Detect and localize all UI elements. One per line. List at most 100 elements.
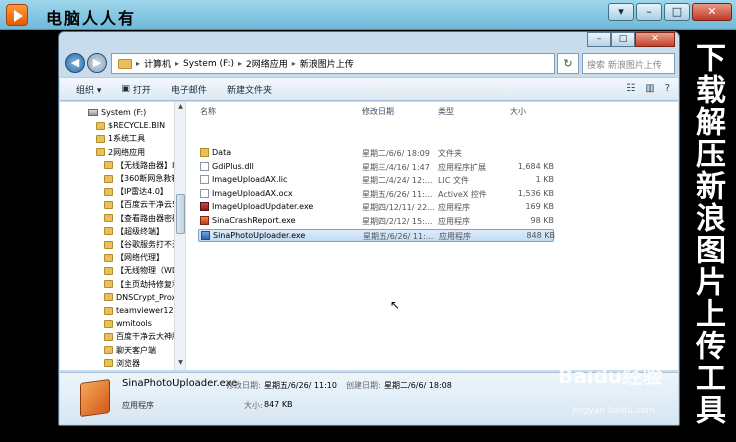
nav-item[interactable]: 【查看路由器密码 bbox=[104, 212, 180, 225]
nav-item[interactable]: System (F:) bbox=[88, 106, 146, 119]
file-size: 1,536 KB bbox=[517, 188, 554, 198]
column-modified[interactable]: 修改日期 bbox=[362, 106, 394, 117]
nav-item[interactable]: 【超级终端】 bbox=[104, 225, 164, 238]
file-type: 应用程序 bbox=[438, 203, 470, 213]
details-modified-value: 星期五/6/26/ 11:10 bbox=[264, 381, 337, 390]
file-row[interactable]: ImageUploadAX.lic 星期二/4/24/ 12:... LIC 文件 1… bbox=[198, 174, 554, 187]
open-icon: ▣ bbox=[121, 84, 130, 94]
forward-button[interactable]: ▶ bbox=[87, 53, 107, 73]
folder-icon bbox=[104, 253, 113, 262]
breadcrumb-sina-uploader[interactable]: 新浪图片上传 bbox=[300, 57, 354, 70]
file-list: 名称 修改日期 类型 大小 Data 星期二/6/6/ 18:09 文件夹 GdiPl… bbox=[190, 102, 678, 370]
view-options-icon[interactable]: ☷ bbox=[626, 83, 635, 94]
file-row[interactable]: SinaPhotoUploader.exe 星期五/6/26/ 11:... 应用程… bbox=[198, 228, 555, 242]
column-size[interactable]: 大小 bbox=[510, 106, 526, 117]
nav-item-label: System (F:) bbox=[101, 108, 147, 117]
player-close-button[interactable]: ✕ bbox=[692, 3, 732, 21]
player-title: 电脑人人有 bbox=[46, 9, 137, 28]
scroll-up-icon[interactable]: ▲ bbox=[176, 103, 185, 113]
player-minimize-button[interactable]: – bbox=[636, 3, 662, 21]
exe-file-icon bbox=[201, 230, 210, 240]
back-arrow-icon: ◀ bbox=[70, 56, 80, 69]
folder-icon bbox=[104, 187, 113, 196]
maximize-button[interactable]: □ bbox=[611, 32, 635, 47]
file-modified: 星期五/6/26/ 11:... bbox=[362, 189, 433, 199]
file-type: 文件夹 bbox=[438, 149, 462, 158]
folder-icon bbox=[118, 58, 132, 69]
folder-icon bbox=[104, 346, 113, 355]
organize-button[interactable]: 组织 ▾ bbox=[76, 83, 101, 96]
file-row[interactable]: GdiPlus.dll 星期三/4/16/ 1:47 应用程序扩展 1,684 KB bbox=[198, 161, 554, 174]
breadcrumb-drive[interactable]: System (F:) bbox=[183, 59, 234, 69]
close-button[interactable]: ✕ bbox=[635, 32, 675, 47]
nav-item[interactable]: 1系统工具 bbox=[96, 132, 145, 145]
file-size: 169 KB bbox=[525, 202, 554, 212]
new-folder-button[interactable]: 新建文件夹 bbox=[227, 83, 272, 96]
breadcrumb-computer[interactable]: 计算机 bbox=[144, 57, 171, 70]
nav-item-label: 【主页劫持修复利 bbox=[116, 279, 180, 289]
player-maximize-button[interactable]: □ bbox=[664, 3, 690, 21]
column-name[interactable]: 名称 bbox=[200, 106, 216, 117]
nav-item[interactable]: $RECYCLE.BIN bbox=[96, 119, 165, 132]
folder-icon bbox=[104, 161, 113, 170]
file-file-icon bbox=[200, 175, 209, 185]
nav-item[interactable]: 聊天客户端 bbox=[104, 344, 156, 357]
file-row[interactable]: ImageUploadUpdater.exe 星期四/12/11/ 22... 应用… bbox=[198, 201, 554, 214]
scroll-thumb[interactable] bbox=[176, 194, 185, 234]
nav-item-label: 【网络代理】 bbox=[116, 253, 164, 263]
scroll-down-icon[interactable]: ▼ bbox=[176, 359, 185, 369]
file-row[interactable]: Data 星期二/6/6/ 18:09 文件夹 bbox=[198, 147, 554, 160]
nav-item[interactable]: DNSCrypt_Proxy_ bbox=[104, 291, 185, 304]
watermark-url: jingyan.baidu.com bbox=[572, 406, 656, 416]
file-type: LIC 文件 bbox=[438, 176, 469, 186]
nav-item[interactable]: 【主页劫持修复利 bbox=[104, 278, 180, 291]
folder-icon bbox=[96, 148, 105, 157]
upd-file-icon bbox=[200, 202, 209, 212]
help-icon[interactable]: ? bbox=[665, 83, 670, 94]
folder-icon bbox=[104, 266, 113, 275]
breadcrumb-separator-icon: ▸ bbox=[175, 59, 180, 68]
file-size: 1,684 KB bbox=[517, 161, 554, 171]
nav-item[interactable]: 【网络代理】 bbox=[104, 251, 164, 264]
nav-item-label: 【谷歌服务打不开 bbox=[116, 240, 180, 249]
column-type[interactable]: 类型 bbox=[438, 106, 454, 117]
file-name: SinaCrashReport.exe bbox=[212, 216, 296, 225]
folder-icon bbox=[104, 280, 113, 289]
details-modified-label: 修改日期: bbox=[226, 381, 261, 390]
drive-icon bbox=[88, 109, 98, 116]
nav-item[interactable]: 2网络应用 bbox=[96, 146, 145, 159]
nav-item[interactable]: 【无线物理（WDS bbox=[104, 264, 183, 277]
minimize-button[interactable]: – bbox=[587, 32, 611, 47]
details-size-value: 847 KB bbox=[264, 400, 293, 409]
nav-item[interactable]: 百度干净云大神版 bbox=[104, 330, 180, 343]
folder-icon bbox=[104, 240, 113, 249]
nav-item[interactable]: 【百度云干净云5.2 bbox=[104, 198, 185, 211]
email-button[interactable]: 电子邮件 bbox=[171, 83, 207, 96]
file-file-icon bbox=[200, 161, 209, 171]
nav-item[interactable]: wmitools bbox=[104, 317, 152, 330]
open-button[interactable]: ▣ 打开 bbox=[121, 83, 151, 96]
file-row[interactable]: SinaCrashReport.exe 星期四/2/12/ 15:... 应用程序 9… bbox=[198, 215, 554, 228]
file-row[interactable]: ImageUploadAX.ocx 星期五/6/26/ 11:... ActiveX… bbox=[198, 188, 554, 201]
folder-icon bbox=[104, 174, 113, 183]
address-bar: ◀ ▶ ▸ 计算机 ▸ System (F:) ▸ 2网络应用 ▸ 新浪图片上传… bbox=[63, 52, 675, 76]
player-window-controls: ▾ – □ ✕ bbox=[608, 3, 732, 21]
preview-pane-icon[interactable]: ▥ bbox=[645, 83, 654, 94]
folder-icon bbox=[104, 359, 113, 368]
address-field[interactable]: ▸ 计算机 ▸ System (F:) ▸ 2网络应用 ▸ 新浪图片上传 bbox=[111, 53, 555, 74]
player-menu-button[interactable]: ▾ bbox=[608, 3, 634, 21]
refresh-icon: ↻ bbox=[563, 57, 573, 70]
nav-item-label: $RECYCLE.BIN bbox=[108, 121, 166, 131]
refresh-button[interactable]: ↻ bbox=[557, 53, 579, 74]
nav-item[interactable]: 【IP雷达4.0】 bbox=[104, 185, 168, 198]
nav-item-label: 【查看路由器密码 bbox=[116, 213, 180, 223]
file-type: 应用程序扩展 bbox=[438, 162, 486, 172]
back-button[interactable]: ◀ bbox=[65, 53, 85, 73]
nav-item[interactable]: 浏览器 bbox=[104, 357, 140, 370]
breadcrumb-network-apps[interactable]: 2网络应用 bbox=[246, 57, 288, 70]
search-input[interactable]: 搜索 新浪图片上传 bbox=[582, 53, 675, 74]
nav-scrollbar[interactable]: ▲ ▼ bbox=[174, 102, 185, 370]
vertical-caption: 下载解压新浪图片上传工具 bbox=[690, 42, 725, 426]
file-size: 848 KB bbox=[526, 230, 555, 240]
nav-item[interactable]: 【谷歌服务打不开 bbox=[104, 238, 180, 251]
